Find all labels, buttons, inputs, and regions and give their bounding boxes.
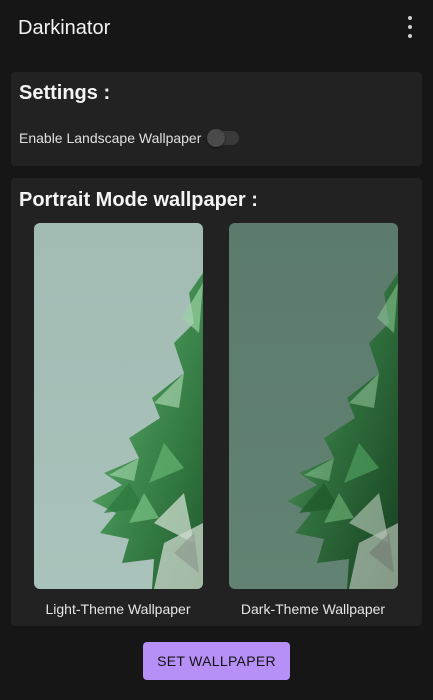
light-wallpaper-preview[interactable] — [34, 223, 203, 589]
light-wallpaper-caption: Light-Theme Wallpaper — [45, 601, 191, 617]
dark-wallpaper-caption: Dark-Theme Wallpaper — [240, 601, 386, 617]
landscape-toggle-switch[interactable] — [207, 129, 240, 147]
more-vert-icon[interactable] — [400, 16, 420, 38]
app-root: Darkinator Settings : Enable Landscape W… — [0, 0, 433, 700]
dot — [408, 25, 412, 29]
app-title: Darkinator — [18, 17, 111, 39]
portrait-wallpaper-card: Portrait Mode wallpaper : Light-Theme Wa… — [11, 178, 422, 626]
dark-wallpaper-preview[interactable] — [229, 223, 398, 589]
settings-title: Settings : — [19, 82, 111, 104]
landscape-toggle-label: Enable Landscape Wallpaper — [19, 130, 202, 146]
crystal-image — [34, 223, 203, 589]
portrait-title: Portrait Mode wallpaper : — [19, 189, 258, 211]
crystal-image — [229, 223, 398, 589]
app-bar: Darkinator — [0, 0, 433, 56]
dot — [408, 16, 412, 20]
settings-card: Settings : Enable Landscape Wallpaper — [11, 72, 422, 166]
landscape-toggle-row: Enable Landscape Wallpaper — [19, 129, 240, 147]
dot — [408, 34, 412, 38]
set-wallpaper-button[interactable]: SET WALLPAPER — [143, 642, 290, 680]
